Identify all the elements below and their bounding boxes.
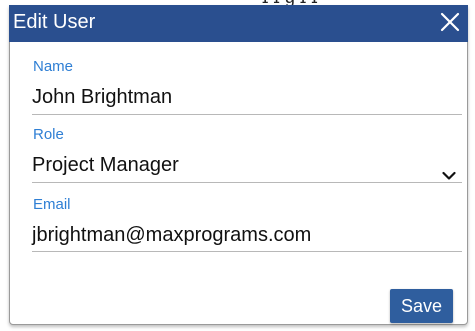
name-field-underline <box>32 114 462 115</box>
edit-user-dialog: Edit User Name John Brightman Role Proje… <box>9 5 468 325</box>
save-button[interactable]: Save <box>390 289 453 323</box>
role-field-underline <box>32 182 462 183</box>
role-label: Role <box>33 126 64 143</box>
chevron-down-icon[interactable] <box>442 171 456 181</box>
email-value: jbrightman@maxprograms.com <box>32 224 312 246</box>
close-icon[interactable] <box>438 10 462 34</box>
email-label: Email <box>33 196 71 213</box>
role-value: Project Manager <box>32 154 179 176</box>
dialog-title: Edit User <box>13 11 96 33</box>
dialog-titlebar: Edit User <box>9 5 468 42</box>
email-field-underline <box>32 251 462 252</box>
name-value: John Brightman <box>32 86 173 108</box>
name-label: Name <box>33 58 74 75</box>
